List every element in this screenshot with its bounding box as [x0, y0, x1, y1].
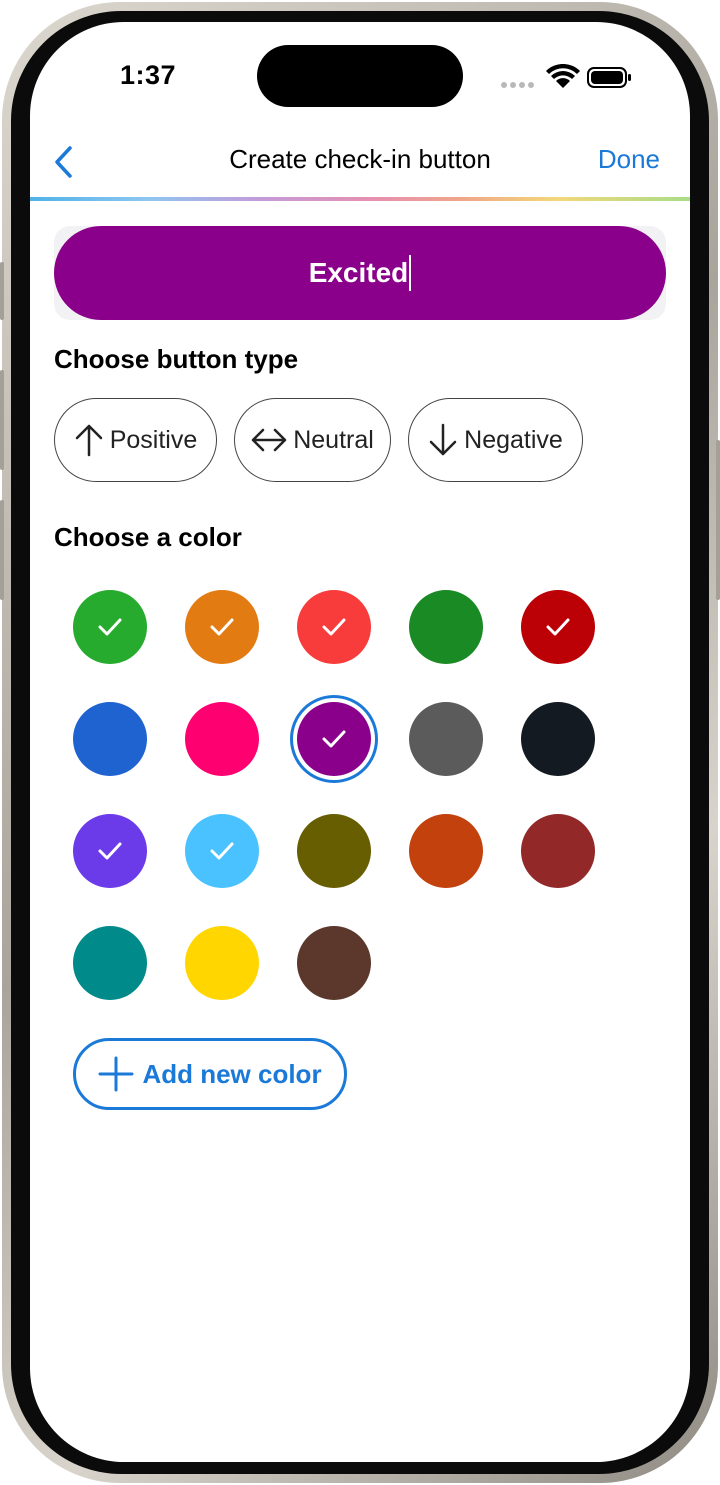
checkmark-icon: [546, 618, 570, 636]
checkmark-icon: [322, 730, 346, 748]
color-swatch[interactable]: [185, 814, 259, 888]
app-screen: 1:37 Create check-in button Done Excited…: [30, 22, 690, 1462]
signal-icon: [501, 82, 534, 88]
type-negative-button[interactable]: Negative: [408, 398, 583, 482]
button-type-heading: Choose button type: [54, 344, 299, 374]
type-positive-label: Positive: [109, 425, 198, 454]
status-time: 1:37: [119, 60, 177, 90]
checkmark-icon: [210, 618, 234, 636]
header-rainbow-divider: [30, 197, 690, 201]
volume-down-button: [0, 500, 4, 600]
add-new-color-button[interactable]: Add new color: [73, 1038, 347, 1110]
power-button: [716, 440, 720, 600]
color-swatch[interactable]: [73, 926, 147, 1000]
color-swatch[interactable]: [185, 702, 259, 776]
color-heading: Choose a color: [54, 522, 242, 552]
checkmark-icon: [98, 842, 122, 860]
preview-container: Excited: [54, 226, 666, 320]
checkmark-icon: [322, 618, 346, 636]
color-swatch[interactable]: [409, 590, 483, 664]
status-icons: [500, 63, 640, 90]
color-swatch[interactable]: [297, 590, 371, 664]
volume-up-button: [0, 370, 4, 470]
color-swatch[interactable]: [521, 814, 595, 888]
type-negative-label: Negative: [464, 425, 563, 454]
checkmark-icon: [98, 618, 122, 636]
arrow-left-right-icon: [251, 428, 287, 452]
color-swatch[interactable]: [409, 702, 483, 776]
arrow-up-icon: [75, 424, 102, 457]
color-swatch[interactable]: [73, 702, 147, 776]
color-swatch[interactable]: [73, 814, 147, 888]
color-swatch[interactable]: [409, 814, 483, 888]
action-button: [0, 262, 4, 320]
color-swatch[interactable]: [521, 702, 595, 776]
color-swatch[interactable]: [297, 814, 371, 888]
back-button[interactable]: [48, 142, 78, 182]
color-swatch[interactable]: [521, 590, 595, 664]
page-title: Create check-in button: [229, 144, 491, 174]
color-swatch[interactable]: [297, 926, 371, 1000]
color-swatch[interactable]: [185, 926, 259, 1000]
done-button[interactable]: Done: [598, 144, 660, 175]
button-name-input[interactable]: Excited: [54, 226, 666, 320]
text-cursor: [409, 255, 412, 291]
color-swatch[interactable]: [185, 590, 259, 664]
type-positive-button[interactable]: Positive: [54, 398, 217, 482]
chevron-left-icon: [55, 146, 72, 178]
dynamic-island: [257, 45, 463, 107]
checkmark-icon: [210, 842, 234, 860]
wifi-icon: [546, 63, 580, 88]
arrow-down-icon: [429, 423, 457, 456]
add-new-color-label: Add new color: [142, 1058, 322, 1089]
color-swatch[interactable]: [73, 590, 147, 664]
color-swatch[interactable]: [297, 702, 371, 776]
battery-icon: [587, 67, 631, 88]
button-name-value: Excited: [308, 257, 409, 288]
plus-icon: [98, 1056, 134, 1092]
type-neutral-button[interactable]: Neutral: [234, 398, 391, 482]
type-neutral-label: Neutral: [293, 425, 374, 454]
